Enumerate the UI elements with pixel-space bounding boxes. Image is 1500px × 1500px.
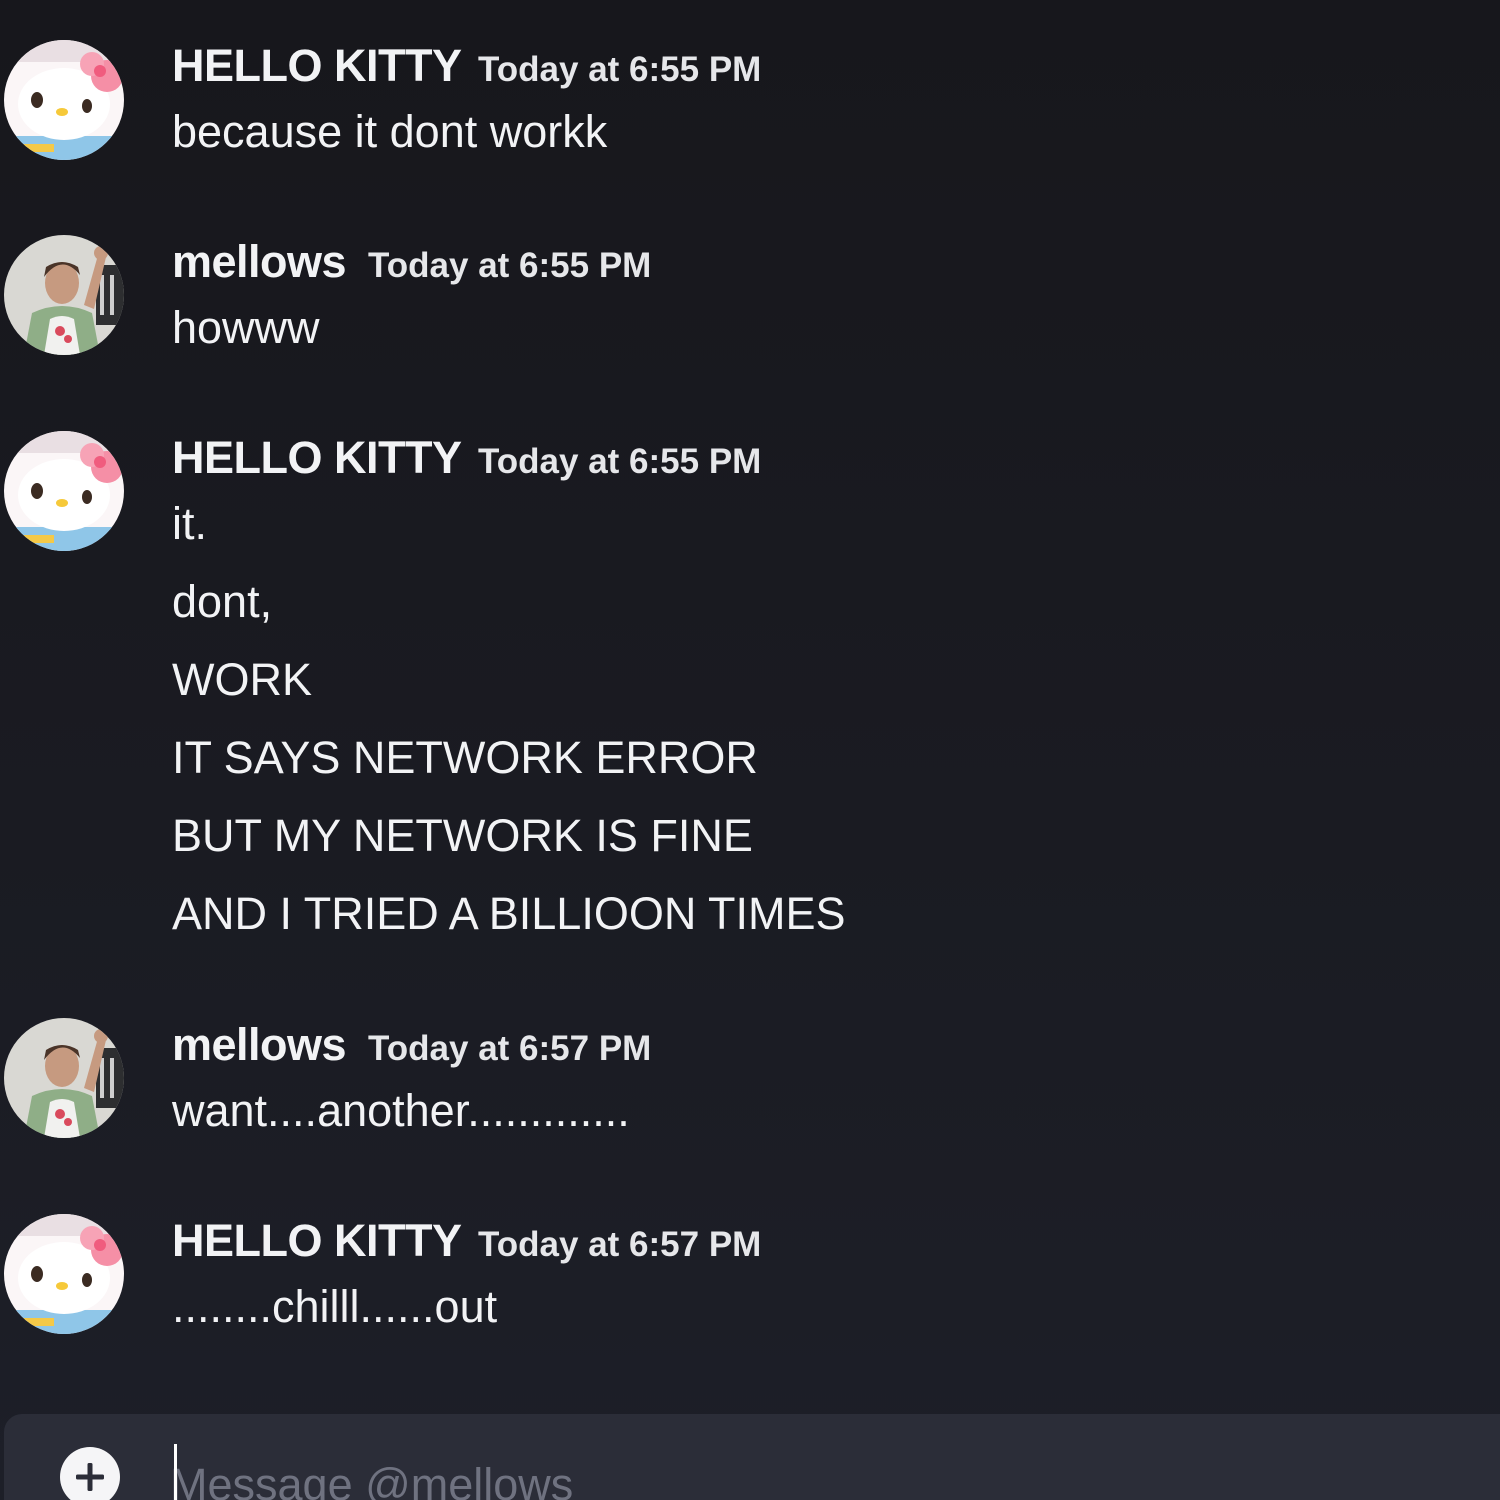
message-author[interactable]: HELLO KITTY xyxy=(172,1215,462,1267)
message-text: want....another............. xyxy=(172,1085,630,1136)
hello-kitty-avatar-image xyxy=(4,1214,124,1334)
message-text: because it dont workk xyxy=(172,106,608,157)
message-composer xyxy=(4,1414,1500,1500)
mellows-avatar-image xyxy=(4,1018,124,1138)
text-caret xyxy=(174,1444,177,1500)
message-timestamp: Today at 6:55 PM xyxy=(478,50,762,89)
hello-kitty-avatar[interactable] xyxy=(4,431,124,551)
hello-kitty-avatar[interactable] xyxy=(4,1214,124,1334)
message-text: BUT MY NETWORK IS FINE xyxy=(172,810,753,861)
hello-kitty-avatar[interactable] xyxy=(4,40,124,160)
message-text: howww xyxy=(172,302,320,353)
mellows-avatar[interactable] xyxy=(4,235,124,355)
message-author[interactable]: HELLO KITTY xyxy=(172,40,462,92)
message-text: WORK xyxy=(172,654,312,705)
message-text: IT SAYS NETWORK ERROR xyxy=(172,732,758,783)
message-timestamp: Today at 6:55 PM xyxy=(478,442,762,481)
message-text: it. xyxy=(172,498,208,549)
message-author[interactable]: HELLO KITTY xyxy=(172,432,462,484)
message-input[interactable] xyxy=(170,1440,1470,1500)
message-text: ........chilll......out xyxy=(172,1281,498,1332)
plus-circle-icon xyxy=(76,1463,104,1491)
mellows-avatar[interactable] xyxy=(4,1018,124,1138)
message-timestamp: Today at 6:57 PM xyxy=(478,1225,762,1264)
message-timestamp: Today at 6:55 PM xyxy=(368,246,652,285)
message-author[interactable]: mellows xyxy=(172,1019,347,1071)
mellows-avatar-image xyxy=(4,235,124,355)
attach-button[interactable] xyxy=(60,1447,120,1500)
chat-window: HELLO KITTY Today at 6:55 PM because it … xyxy=(0,0,1500,1500)
message-text: AND I TRIED A BILLIOON TIMES xyxy=(172,888,846,939)
message-timestamp: Today at 6:57 PM xyxy=(368,1029,652,1068)
hello-kitty-avatar-image xyxy=(4,40,124,160)
hello-kitty-avatar-image xyxy=(4,431,124,551)
message-author[interactable]: mellows xyxy=(172,236,347,288)
message-text: dont, xyxy=(172,576,273,627)
